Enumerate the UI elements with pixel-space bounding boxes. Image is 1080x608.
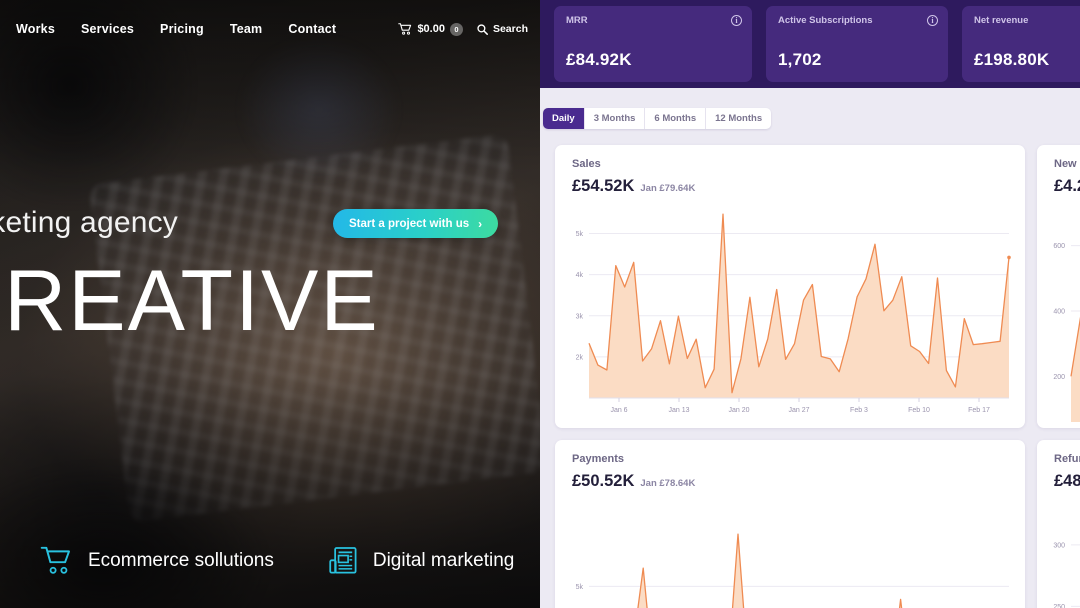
- nav-utilities: $0.00 0 Search: [398, 22, 528, 36]
- svg-text:4k: 4k: [576, 272, 584, 279]
- card-title-new-sales: New Sales: [1054, 158, 1080, 170]
- cta-label: Start a project with us: [349, 217, 470, 230]
- kpi-label-mrr: MRR: [566, 15, 588, 26]
- svg-text:Jan 6: Jan 6: [610, 407, 627, 414]
- svg-text:Jan 20: Jan 20: [728, 407, 749, 414]
- search-icon: [477, 23, 488, 35]
- nav-item-contact[interactable]: Contact: [288, 22, 336, 36]
- card-title-payments: Payments: [572, 453, 624, 465]
- card-title-sales: Sales: [572, 158, 601, 170]
- site-navbar: Works Services Pricing Team Contact $0.0…: [0, 0, 540, 58]
- svg-text:3k: 3k: [576, 313, 584, 320]
- kpi-label-active-subscriptions: Active Subscriptions: [778, 15, 873, 26]
- marketing-website-panel: Works Services Pricing Team Contact $0.0…: [0, 0, 540, 608]
- card-figures-payments: £50.52K Jan £78.64K: [572, 472, 695, 491]
- card-figures-refunds: £480 Ja: [1054, 472, 1080, 491]
- feature-digital-marketing[interactable]: Digital marketing: [329, 546, 515, 576]
- card-previous-sales: Jan £79.64K: [640, 183, 696, 194]
- period-tabs: Daily 3 Months 6 Months 12 Months: [543, 108, 772, 129]
- new-sales-area-chart: 200 400 600: [1037, 207, 1080, 428]
- tab-12-months[interactable]: 12 Months: [706, 108, 772, 129]
- svg-text:600: 600: [1053, 243, 1065, 250]
- chart-card-sales[interactable]: Sales £54.52K Jan £79.64K 2k 3k 4k 5k Jan 6 J…: [555, 145, 1025, 428]
- kpi-label-net-revenue: Net revenue: [974, 15, 1029, 26]
- newspaper-icon: [329, 547, 357, 574]
- chart-card-refunds[interactable]: Refunds £480 Ja 200250300: [1037, 440, 1080, 608]
- start-project-button[interactable]: Start a project with us ›: [333, 209, 499, 238]
- sales-area-chart: 2k 3k 4k 5k Jan 6 Jan 13 Jan 20 Jan 27 Feb 3 Feb …: [555, 207, 1025, 428]
- svg-text:5k: 5k: [576, 231, 584, 238]
- hero-section: marketing agency N CREATIVE Start a proj…: [0, 0, 540, 608]
- nav-item-services[interactable]: Services: [81, 22, 134, 36]
- search-label: Search: [492, 23, 528, 35]
- feature-strip: Ecommerce sollutions Digital marketing: [0, 546, 540, 576]
- chevron-right-icon: ›: [478, 216, 483, 231]
- svg-text:Jan 27: Jan 27: [788, 407, 809, 414]
- chart-card-new-sales[interactable]: New Sales £4.22K 200 400 600: [1037, 145, 1080, 428]
- kpi-card-active-subscriptions[interactable]: Active Subscriptions i 1,702: [766, 6, 948, 82]
- tab-6-months[interactable]: 6 Months: [645, 108, 707, 129]
- svg-text:2k: 2k: [576, 354, 584, 361]
- card-title-refunds: Refunds: [1054, 453, 1080, 465]
- nav-item-team[interactable]: Team: [230, 22, 263, 36]
- info-icon[interactable]: i: [731, 15, 742, 26]
- svg-text:Feb 10: Feb 10: [908, 407, 930, 414]
- tab-daily[interactable]: Daily: [543, 108, 585, 129]
- card-figures-sales: £54.52K Jan £79.64K: [572, 177, 695, 196]
- svg-text:200: 200: [1053, 374, 1065, 381]
- svg-text:400: 400: [1053, 308, 1065, 315]
- card-amount-sales: £54.52K: [572, 177, 635, 195]
- hero-title: N CREATIVE: [0, 253, 380, 349]
- cart-total: $0.00: [417, 23, 445, 35]
- svg-text:Feb 3: Feb 3: [850, 407, 868, 414]
- kpi-value-mrr: £84.92K: [566, 50, 632, 69]
- feature-label-ecommerce: Ecommerce sollutions: [88, 550, 274, 571]
- kpi-value-net-revenue: £198.80K: [974, 50, 1050, 69]
- kpi-card-net-revenue[interactable]: Net revenue £198.80K: [962, 6, 1080, 82]
- info-icon[interactable]: i: [927, 15, 938, 26]
- shopping-cart-icon: [40, 546, 70, 574]
- refunds-area-chart: 200250300: [1037, 502, 1080, 608]
- card-amount-payments: £50.52K: [572, 472, 635, 490]
- svg-text:Feb 17: Feb 17: [968, 407, 990, 414]
- cart-icon: [398, 23, 412, 35]
- svg-text:Jan 13: Jan 13: [668, 407, 689, 414]
- nav-links: Works Services Pricing Team Contact: [16, 22, 336, 36]
- card-figures-new-sales: £4.22K: [1054, 177, 1080, 196]
- nav-item-pricing[interactable]: Pricing: [160, 22, 204, 36]
- chart-card-payments[interactable]: Payments £50.52K Jan £78.64K 4k5k: [555, 440, 1025, 608]
- search-button[interactable]: Search: [477, 23, 528, 35]
- hero-subtitle: marketing agency: [0, 206, 178, 239]
- svg-text:300: 300: [1053, 542, 1065, 549]
- cart-count-badge: 0: [449, 22, 463, 36]
- nav-item-works[interactable]: Works: [16, 22, 55, 36]
- kpi-card-mrr[interactable]: MRR i £84.92K: [554, 6, 752, 82]
- card-amount-new-sales: £4.22K: [1054, 177, 1080, 195]
- svg-text:5k: 5k: [576, 584, 584, 591]
- kpi-value-active-subscriptions: 1,702: [778, 50, 822, 69]
- cart-button[interactable]: $0.00 0: [398, 22, 463, 36]
- feature-label-digital-marketing: Digital marketing: [372, 550, 515, 571]
- payments-area-chart: 4k5k: [555, 502, 1025, 608]
- svg-text:250: 250: [1053, 604, 1065, 608]
- tab-3-months[interactable]: 3 Months: [584, 108, 646, 129]
- card-amount-refunds: £480: [1054, 472, 1080, 490]
- card-previous-payments: Jan £78.64K: [640, 478, 696, 489]
- kpi-row: MRR i £84.92K Active Subscriptions i 1,7…: [540, 6, 1080, 82]
- feature-ecommerce[interactable]: Ecommerce sollutions: [40, 546, 274, 576]
- analytics-dashboard-panel: MRR i £84.92K Active Subscriptions i 1,7…: [540, 0, 1080, 608]
